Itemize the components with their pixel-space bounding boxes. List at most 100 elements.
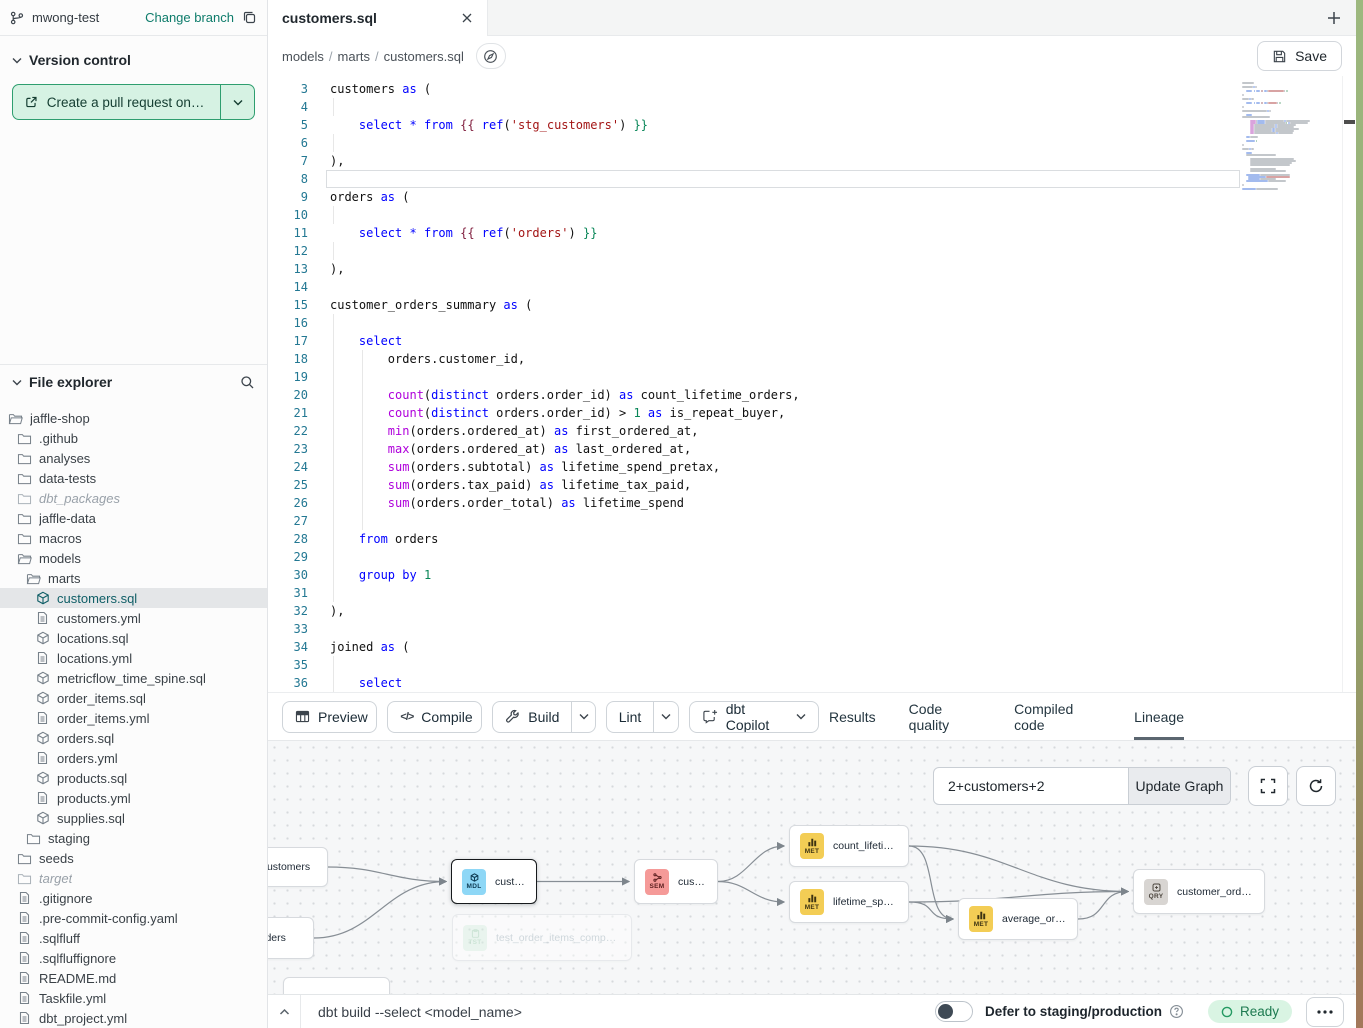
- tab-code-quality[interactable]: Code quality: [909, 693, 982, 740]
- code-line-28[interactable]: 28 from orders: [268, 530, 1242, 548]
- file-tree-item-order-items-yml[interactable]: order_items.yml: [0, 708, 267, 728]
- file-tree-item-orders-sql[interactable]: orders.sql: [0, 728, 267, 748]
- file-tree-item-customers-sql[interactable]: customers.sql: [0, 588, 267, 608]
- code-line-31[interactable]: 31: [268, 584, 1242, 602]
- file-tree-item-locations-yml[interactable]: locations.yml: [0, 648, 267, 668]
- close-icon[interactable]: [461, 12, 473, 24]
- breadcrumb-item-customers-sql[interactable]: customers.sql: [384, 49, 464, 64]
- code-line-18[interactable]: 18 orders.customer_id,: [268, 350, 1242, 368]
- file-tree-item-readme-md[interactable]: README.md: [0, 968, 267, 988]
- code-line-5[interactable]: 5 select * from {{ ref('stg_customers') …: [268, 116, 1242, 134]
- dbt-copilot-button[interactable]: dbt Copilot: [690, 702, 818, 732]
- save-button[interactable]: Save: [1257, 41, 1342, 71]
- lineage-node-stg-customers[interactable]: stg_customers: [268, 847, 328, 887]
- preview-button[interactable]: Preview: [283, 702, 377, 732]
- file-tree-item-seeds[interactable]: seeds: [0, 848, 267, 868]
- code-line-16[interactable]: 16: [268, 314, 1242, 332]
- code-line-9[interactable]: 9orders as (: [268, 188, 1242, 206]
- file-tree-item-sqlfluffignore[interactable]: .sqlfluffignore: [0, 948, 267, 968]
- file-tree-item-models[interactable]: models: [0, 548, 267, 568]
- file-tree-item-pre-commit-config-yaml[interactable]: .pre-commit-config.yaml: [0, 908, 267, 928]
- code-line-6[interactable]: 6: [268, 134, 1242, 152]
- compile-button[interactable]: </>Compile: [388, 702, 482, 732]
- file-tree-item-macros[interactable]: macros: [0, 528, 267, 548]
- file-tree-item-jaffle-data[interactable]: jaffle-data: [0, 508, 267, 528]
- file-tree-item-target[interactable]: target: [0, 868, 267, 888]
- code-line-7[interactable]: 7),: [268, 152, 1242, 170]
- tab-results[interactable]: Results: [829, 693, 876, 740]
- lineage-node-average-order-value[interactable]: METaverage_order_value: [958, 898, 1078, 940]
- file-tree-item-products-sql[interactable]: products.sql: [0, 768, 267, 788]
- file-tree-item-dbt-project-yml[interactable]: dbt_project.yml: [0, 1008, 267, 1028]
- code-line-17[interactable]: 17 select: [268, 332, 1242, 350]
- code-line-23[interactable]: 23 max(orders.ordered_at) as last_ordere…: [268, 440, 1242, 458]
- lint-button[interactable]: Lint: [607, 702, 654, 732]
- file-tree-item-jaffle-shop[interactable]: jaffle-shop: [0, 408, 267, 428]
- code-line-4[interactable]: 4: [268, 98, 1242, 116]
- help-icon[interactable]: [1169, 1004, 1184, 1019]
- create-pr-button[interactable]: Create a pull request on Git...: [13, 85, 220, 119]
- code-line-10[interactable]: 10: [268, 206, 1242, 224]
- code-line-35[interactable]: 35: [268, 656, 1242, 674]
- fullscreen-button[interactable]: [1248, 766, 1288, 806]
- file-tree-item-sqlfluff[interactable]: .sqlfluff: [0, 928, 267, 948]
- lineage-node-test-bools[interactable]: TSTtest_order_items_compute_to_bools...: [452, 914, 632, 961]
- lineage-node-customers-mdl[interactable]: MDLcustomers: [451, 859, 537, 904]
- code-line-15[interactable]: 15customer_orders_summary as (: [268, 296, 1242, 314]
- file-tree-item-analyses[interactable]: analyses: [0, 448, 267, 468]
- file-tree-item-github[interactable]: .github: [0, 428, 267, 448]
- code-line-11[interactable]: 11 select * from {{ ref('orders') }}: [268, 224, 1242, 242]
- code-line-19[interactable]: 19: [268, 368, 1242, 386]
- file-tree-item-products-yml[interactable]: products.yml: [0, 788, 267, 808]
- code-pane[interactable]: 3customers as (45 select * from {{ ref('…: [268, 76, 1242, 692]
- defer-toggle[interactable]: [935, 1001, 973, 1022]
- file-tree-item-order-items-sql[interactable]: order_items.sql: [0, 688, 267, 708]
- file-tree-item-dbt-packages[interactable]: dbt_packages: [0, 488, 267, 508]
- copy-icon[interactable]: [242, 10, 257, 25]
- code-line-24[interactable]: 24 sum(orders.subtotal) as lifetime_spen…: [268, 458, 1242, 476]
- code-line-3[interactable]: 3customers as (: [268, 80, 1242, 98]
- code-line-25[interactable]: 25 sum(orders.tax_paid) as lifetime_tax_…: [268, 476, 1242, 494]
- file-tree-item-marts[interactable]: marts: [0, 568, 267, 588]
- lineage-node-customer-order-metrics[interactable]: QRYcustomer_order_metrics: [1133, 869, 1265, 914]
- file-tree-item-locations-sql[interactable]: locations.sql: [0, 628, 267, 648]
- code-line-21[interactable]: 21 count(distinct orders.order_id) > 1 a…: [268, 404, 1242, 422]
- file-tree-item-customers-yml[interactable]: customers.yml: [0, 608, 267, 628]
- lineage-selector-input[interactable]: [934, 768, 1128, 804]
- file-tree-item-supplies-sql[interactable]: supplies.sql: [0, 808, 267, 828]
- code-line-26[interactable]: 26 sum(orders.order_total) as lifetime_s…: [268, 494, 1242, 512]
- code-line-32[interactable]: 32),: [268, 602, 1242, 620]
- compass-icon[interactable]: [476, 43, 506, 69]
- file-tree-item-metricflow-time-spine-sql[interactable]: metricflow_time_spine.sql: [0, 668, 267, 688]
- tab-customers-sql[interactable]: customers.sql: [268, 0, 488, 36]
- code-line-36[interactable]: 36 select: [268, 674, 1242, 692]
- code-line-13[interactable]: 13),: [268, 260, 1242, 278]
- code-line-34[interactable]: 34joined as (: [268, 638, 1242, 656]
- file-explorer-header[interactable]: File explorer: [0, 365, 267, 394]
- lineage-node-customers-sem[interactable]: SEMcustomers: [634, 859, 718, 904]
- lineage-node-lifetime-spend-pretax[interactable]: METlifetime_spend_pretax: [789, 881, 909, 923]
- refresh-button[interactable]: [1296, 766, 1336, 806]
- tab-lineage[interactable]: Lineage: [1134, 693, 1184, 740]
- code-line-29[interactable]: 29: [268, 548, 1242, 566]
- code-line-33[interactable]: 33: [268, 620, 1242, 638]
- command-input[interactable]: dbt build --select <model_name>: [318, 1004, 935, 1020]
- tab-compiled-code[interactable]: Compiled code: [1014, 693, 1101, 740]
- code-editor[interactable]: 3customers as (45 select * from {{ ref('…: [268, 76, 1356, 692]
- file-tree-item-staging[interactable]: staging: [0, 828, 267, 848]
- code-line-20[interactable]: 20 count(distinct orders.order_id) as co…: [268, 386, 1242, 404]
- file-tree-item-taskfile-yml[interactable]: Taskfile.yml: [0, 988, 267, 1008]
- search-icon[interactable]: [240, 375, 255, 390]
- code-line-27[interactable]: 27: [268, 512, 1242, 530]
- build-dropdown[interactable]: [571, 702, 594, 732]
- change-branch-link[interactable]: Change branch: [145, 10, 234, 25]
- lineage-node-count-lifetime-orders[interactable]: METcount_lifetime_orders: [789, 825, 909, 867]
- code-line-14[interactable]: 14: [268, 278, 1242, 296]
- editor-scrollbar[interactable]: [1342, 76, 1356, 692]
- lineage-node-partial-node[interactable]: [283, 977, 390, 994]
- file-tree-item-data-tests[interactable]: data-tests: [0, 468, 267, 488]
- lint-dropdown[interactable]: [653, 702, 677, 732]
- minimap[interactable]: [1242, 76, 1342, 692]
- file-tree-item-gitignore[interactable]: .gitignore: [0, 888, 267, 908]
- file-tree-item-orders-yml[interactable]: orders.yml: [0, 748, 267, 768]
